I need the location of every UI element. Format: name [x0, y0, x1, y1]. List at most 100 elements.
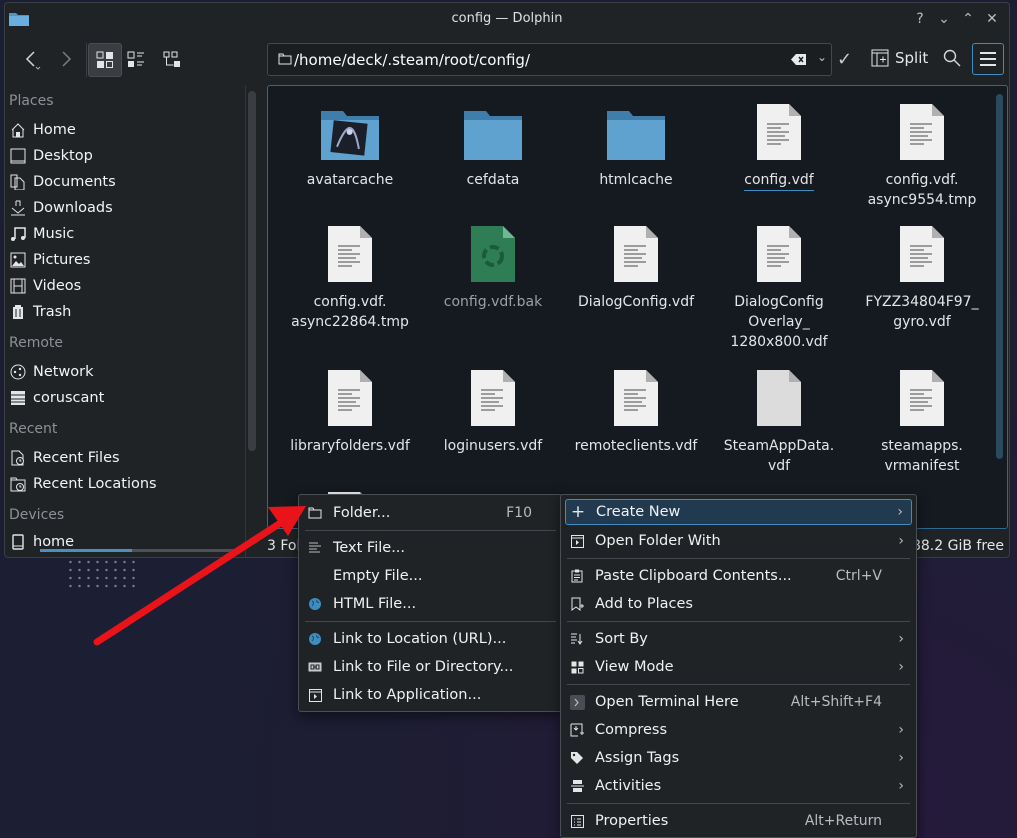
- submenu-arrow-icon: ›: [898, 659, 904, 675]
- shortcut-label: Ctrl+V: [835, 568, 882, 584]
- sidebar-item-videos[interactable]: Videos: [9, 274, 229, 298]
- menu-item-sort-by[interactable]: Sort By ›: [565, 626, 912, 652]
- menu-item-html-file[interactable]: HTML File...: [303, 591, 558, 617]
- desktop-icon: [10, 148, 26, 164]
- file-item[interactable]: DialogConfig Overlay_ 1280x800.vdf: [709, 220, 849, 352]
- file-item[interactable]: steamapps. vrmanifest: [852, 364, 992, 476]
- back-button[interactable]: [15, 43, 49, 77]
- menu-item-create-new[interactable]: + Create New ›: [565, 499, 912, 525]
- file-item[interactable]: DialogConfig.vdf: [566, 220, 706, 312]
- location-bar[interactable]: /home/deck/.steam/root/config/ ⌄: [267, 43, 832, 76]
- music-icon: [11, 227, 26, 241]
- file-item[interactable]: SteamAppData. vdf: [709, 364, 849, 476]
- search-icon: [943, 49, 961, 67]
- file-name-text: steamapps. vrmanifest: [881, 438, 963, 474]
- view-mode-icon: [571, 661, 583, 673]
- file-item[interactable]: avatarcache: [280, 98, 420, 190]
- file-item[interactable]: config.vdf. async9554.tmp: [852, 98, 992, 210]
- icons-view-button[interactable]: [88, 43, 122, 77]
- menu-item-text-file[interactable]: Text File...: [303, 535, 558, 561]
- sidebar-item-label: Pictures: [33, 252, 91, 268]
- sidebar-item-desktop[interactable]: Desktop: [9, 144, 229, 168]
- panel-divider[interactable]: [245, 85, 246, 557]
- search-button[interactable]: [943, 49, 961, 71]
- file-name-text: FYZZ34804F97_ gyro.vdf: [865, 294, 979, 330]
- menu-item-properties[interactable]: Properties Alt+Return: [565, 808, 912, 834]
- documents-icon: [10, 174, 25, 190]
- text-file-icon: [757, 226, 801, 282]
- sidebar-item-coruscant[interactable]: coruscant: [9, 386, 229, 410]
- minimize-button[interactable]: ⌄: [935, 9, 953, 29]
- menu-item-view-mode[interactable]: View Mode ›: [565, 654, 912, 680]
- sidebar-item-recent-locations[interactable]: Recent Locations: [9, 472, 229, 496]
- file-name-text: cefdata: [466, 172, 520, 188]
- sidebar-item-label: Recent Locations: [33, 476, 157, 492]
- folder-with-preview-icon: [321, 111, 379, 160]
- menu-item-open-folder-with[interactable]: Open Folder With ›: [565, 528, 912, 554]
- file-icon-wrap: [566, 98, 706, 162]
- menu-item-link-to-url[interactable]: Link to Location (URL)...: [303, 626, 558, 652]
- menu-item-activities[interactable]: Activities ›: [565, 773, 912, 799]
- menu-item-paste-clipboard[interactable]: Paste Clipboard Contents... Ctrl+V: [565, 563, 912, 589]
- file-item[interactable]: loginusers.vdf: [423, 364, 563, 456]
- menu-item-label: Add to Places: [595, 596, 693, 612]
- create-new-submenu: Folder... F10 Text File... Empty File...…: [298, 494, 563, 712]
- file-item[interactable]: config.vdf: [709, 98, 849, 191]
- file-view[interactable]: avatarcache cefdata htmlcache config.vdf…: [267, 85, 1008, 548]
- menu-item-compress[interactable]: Compress ›: [565, 717, 912, 743]
- hamburger-menu-button[interactable]: [972, 43, 1004, 75]
- network-icon: [10, 364, 26, 380]
- shortcut-label: Alt+Shift+F4: [790, 694, 882, 710]
- location-path[interactable]: /home/deck/.steam/root/config/: [294, 51, 530, 69]
- location-history-dropdown[interactable]: ⌄: [817, 50, 827, 64]
- sidebar-item-home[interactable]: Home: [9, 118, 229, 142]
- clear-text-icon[interactable]: [791, 53, 807, 66]
- file-item[interactable]: config.vdf. async22864.tmp: [280, 220, 420, 332]
- sidebar-item-pictures[interactable]: Pictures: [9, 248, 229, 272]
- forward-button[interactable]: [49, 43, 83, 77]
- details-view-icon: [163, 51, 180, 67]
- menu-item-empty-file[interactable]: Empty File...: [303, 563, 558, 589]
- split-button[interactable]: Split: [871, 49, 928, 67]
- menu-item-link-to-file[interactable]: Link to File or Directory...: [303, 654, 558, 680]
- help-button[interactable]: ?: [911, 9, 929, 29]
- sidebar-item-label: Documents: [33, 174, 116, 190]
- sidebar-item-label: Desktop: [33, 148, 93, 164]
- file-view-scrollbar[interactable]: [996, 94, 1003, 459]
- file-name: config.vdf. async22864.tmp: [280, 292, 420, 332]
- file-icon-wrap: [566, 220, 706, 284]
- sidebar-item-documents[interactable]: Documents: [9, 170, 229, 194]
- file-name: steamapps. vrmanifest: [852, 436, 992, 476]
- compact-view-button[interactable]: [119, 43, 153, 77]
- sidebar-scrollbar[interactable]: [248, 91, 256, 451]
- menu-item-new-folder[interactable]: Folder... F10: [303, 500, 558, 526]
- window-title: config — Dolphin: [451, 11, 563, 26]
- confirm-location-button[interactable]: ✓: [837, 49, 852, 70]
- sidebar-item-music[interactable]: Music: [9, 222, 229, 246]
- submenu-arrow-icon: ›: [897, 504, 903, 520]
- menu-item-assign-tags[interactable]: Assign Tags ›: [565, 745, 912, 771]
- file-item[interactable]: config.vdf.bak: [423, 220, 563, 312]
- file-item[interactable]: libraryfolders.vdf: [280, 364, 420, 456]
- details-view-button[interactable]: [155, 43, 189, 77]
- file-name: DialogConfig.vdf: [566, 292, 706, 312]
- menu-item-open-terminal[interactable]: Open Terminal Here Alt+Shift+F4: [565, 689, 912, 715]
- split-view-icon: [871, 49, 889, 67]
- menu-item-label: Open Terminal Here: [595, 694, 739, 710]
- maximize-button[interactable]: ⌃: [959, 9, 977, 29]
- sidebar-item-network[interactable]: Network: [9, 360, 229, 384]
- sidebar-item-trash[interactable]: Trash: [9, 300, 229, 324]
- sidebar-item-recent-files[interactable]: Recent Files: [9, 446, 229, 470]
- sidebar-item-downloads[interactable]: Downloads: [9, 196, 229, 220]
- file-item[interactable]: FYZZ34804F97_ gyro.vdf: [852, 220, 992, 332]
- menu-item-add-to-places[interactable]: Add to Places: [565, 591, 912, 617]
- text-file-icon: [614, 226, 658, 282]
- file-name-text: DialogConfig.vdf: [577, 294, 695, 310]
- file-item[interactable]: remoteclients.vdf: [566, 364, 706, 456]
- bookmark-add-icon: [571, 597, 584, 611]
- file-item[interactable]: htmlcache: [566, 98, 706, 190]
- file-item[interactable]: cefdata: [423, 98, 563, 190]
- file-icon-wrap: [852, 364, 992, 428]
- menu-item-link-to-application[interactable]: Link to Application...: [303, 682, 558, 708]
- close-button[interactable]: ✕: [983, 9, 1001, 29]
